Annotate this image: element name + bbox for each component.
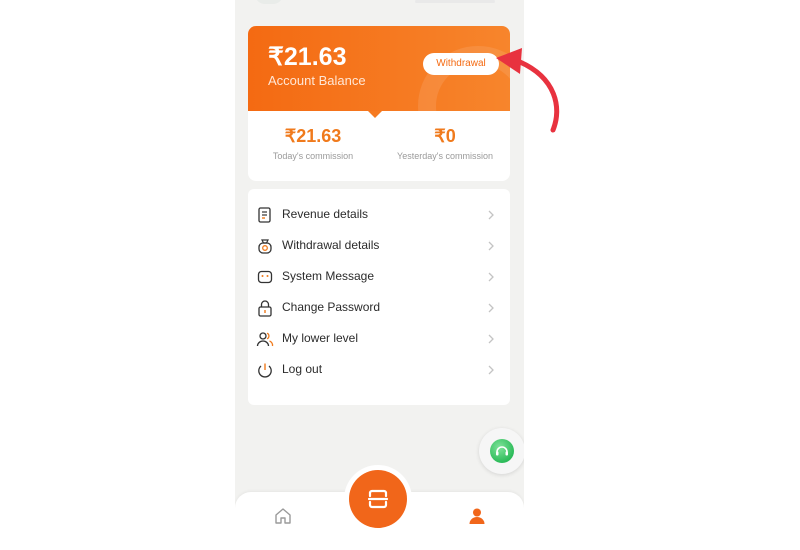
- users-icon: [256, 332, 274, 347]
- balance-card: ₹21.63 Account Balance Withdrawal ₹21.63…: [248, 26, 510, 181]
- menu-item-withdrawal-details[interactable]: Withdrawal details: [248, 231, 510, 261]
- withdrawal-button[interactable]: Withdrawal: [423, 53, 499, 75]
- chevron-right-icon: [488, 365, 494, 375]
- menu-item-system-message[interactable]: System Message: [248, 262, 510, 292]
- top-partial-element: [255, 0, 283, 4]
- balance-notch: [368, 111, 382, 118]
- menu-item-revenue-details[interactable]: Revenue details: [248, 200, 510, 230]
- yesterday-commission-label: Yesterday's commission: [397, 151, 493, 161]
- menu-item-label: System Message: [282, 269, 375, 283]
- power-icon: [258, 363, 272, 378]
- menu-item-change-password[interactable]: Change Password: [248, 293, 510, 323]
- today-commission: ₹21.63 Today's commission: [248, 126, 378, 161]
- scan-icon: [367, 489, 389, 509]
- top-partial-bar: [415, 0, 495, 3]
- scan-button[interactable]: [349, 470, 407, 528]
- chevron-right-icon: [488, 210, 494, 220]
- profile-icon[interactable]: [467, 506, 487, 526]
- chevron-right-icon: [488, 272, 494, 282]
- document-icon: [258, 207, 271, 223]
- menu-item-label: Change Password: [282, 300, 381, 314]
- phone-screen: ₹21.63 Account Balance Withdrawal ₹21.63…: [235, 0, 524, 550]
- message-icon: [257, 270, 273, 284]
- annotation-arrow-icon: [496, 48, 560, 133]
- menu-item-label: Revenue details: [282, 207, 369, 221]
- menu-card: Revenue details Withdrawal details Syste…: [248, 189, 510, 405]
- menu-item-my-lower-level[interactable]: My lower level: [248, 324, 510, 354]
- menu-item-label: Withdrawal details: [282, 238, 380, 252]
- menu-item-label: Log out: [282, 362, 323, 376]
- account-balance-label: Account Balance: [268, 73, 366, 88]
- today-commission-label: Today's commission: [272, 151, 354, 161]
- lock-icon: [258, 300, 272, 317]
- balance-header: ₹21.63 Account Balance Withdrawal: [248, 26, 510, 111]
- chevron-right-icon: [488, 334, 494, 344]
- headset-icon: [490, 439, 514, 463]
- menu-item-log-out[interactable]: Log out: [248, 355, 510, 385]
- today-commission-amount: ₹21.63: [284, 126, 342, 146]
- menu-item-label: My lower level: [282, 331, 359, 345]
- customer-support-button[interactable]: [479, 428, 524, 474]
- account-balance-amount: ₹21.63: [268, 43, 347, 71]
- home-icon[interactable]: [273, 506, 293, 526]
- money-bag-icon: [258, 239, 272, 254]
- chevron-right-icon: [488, 303, 494, 313]
- chevron-right-icon: [488, 241, 494, 251]
